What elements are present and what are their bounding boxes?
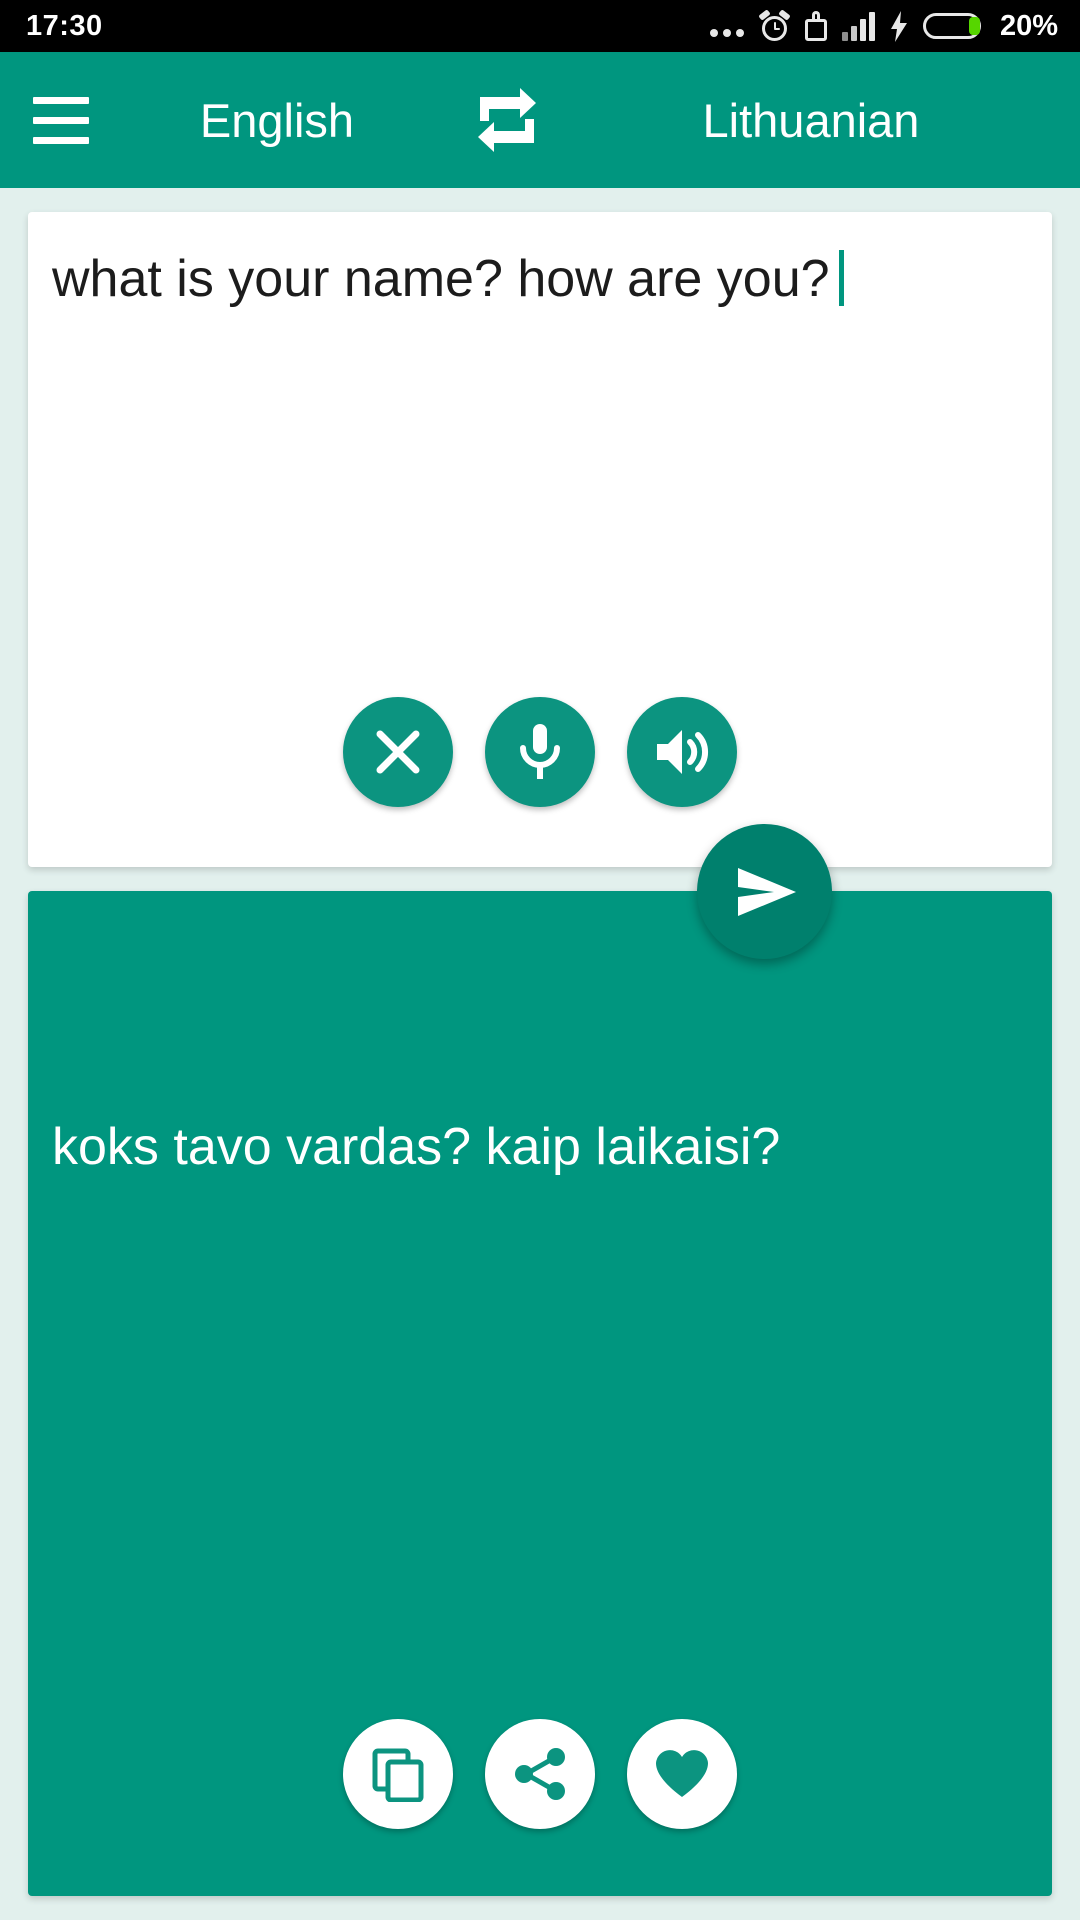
input-actions [28, 697, 1052, 807]
translation-content: what is your name? how are you? koks tav… [0, 188, 1080, 1920]
clear-button[interactable] [343, 697, 453, 807]
status-time: 17:30 [26, 9, 103, 42]
swap-languages-icon[interactable] [442, 52, 572, 188]
battery-percent-label: 20% [999, 9, 1058, 42]
output-actions [28, 1719, 1052, 1829]
signal-icon [841, 11, 875, 41]
microphone-button[interactable] [485, 697, 595, 807]
status-bar: 17:30 20% [0, 0, 1080, 52]
hamburger-menu-icon[interactable] [0, 52, 112, 188]
source-language-selector[interactable]: English [112, 97, 442, 144]
usb-icon [804, 11, 827, 41]
source-text[interactable]: what is your name? how are you? [52, 248, 982, 311]
text-caret [838, 250, 844, 306]
copy-button[interactable] [343, 1719, 453, 1829]
app-bar: English Lithuanian [0, 52, 1080, 188]
favorite-button[interactable] [627, 1719, 737, 1829]
input-card[interactable]: what is your name? how are you? [28, 212, 1052, 867]
translated-text: koks tavo vardas? kaip laikaisi? [52, 1118, 781, 1176]
source-text-value: what is your name? how are you? [52, 250, 830, 308]
send-button[interactable] [697, 824, 832, 959]
more-dots-icon [709, 11, 744, 41]
battery-icon [922, 11, 985, 41]
target-language-selector[interactable]: Lithuanian [572, 97, 1080, 144]
charging-bolt-icon [890, 10, 908, 42]
share-button[interactable] [485, 1719, 595, 1829]
alarm-icon [758, 8, 791, 42]
listen-button[interactable] [627, 697, 737, 807]
status-icons: 20% [709, 8, 1058, 42]
output-card[interactable]: koks tavo vardas? kaip laikaisi? [28, 891, 1052, 1896]
